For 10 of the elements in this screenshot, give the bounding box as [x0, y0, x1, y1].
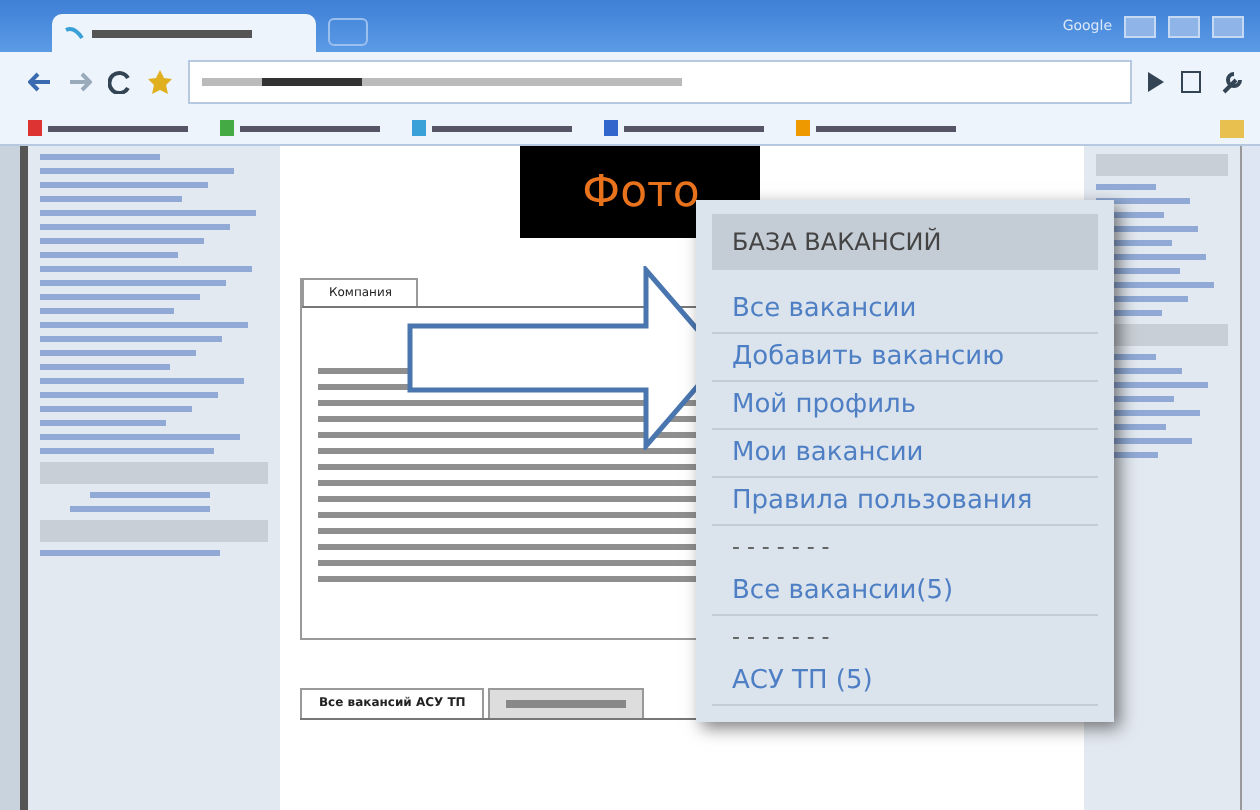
menu-item[interactable]: Все вакансии(5) — [712, 568, 1098, 616]
menu-item[interactable]: Добавить вакансию — [712, 334, 1098, 382]
menu-item[interactable]: АСУ ТП (5) — [712, 658, 1098, 706]
menu-item[interactable]: Правила пользования — [712, 478, 1098, 526]
menu-item[interactable]: Мой профиль — [712, 382, 1098, 430]
menu-title: БАЗА ВАКАНСИЙ — [712, 214, 1098, 270]
menu-separator: - - - - - - - — [730, 622, 832, 654]
menu-item[interactable]: Мои вакансии — [712, 430, 1098, 478]
menu-separator: - - - - - - - — [730, 532, 832, 564]
menu-item[interactable]: Все вакансии — [712, 286, 1098, 334]
